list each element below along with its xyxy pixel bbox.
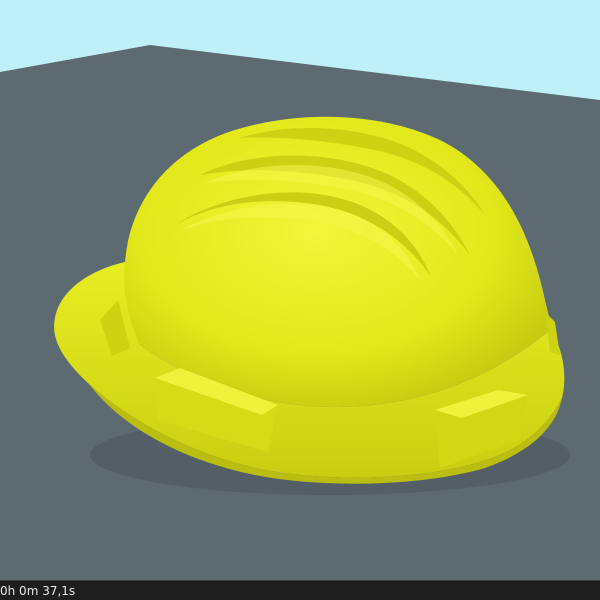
render-time-label: 0h 0m 37,1s [0,584,76,598]
render-viewport [0,0,600,580]
status-bar: 0h 0m 37,1s [0,580,600,600]
rendered-scene [0,0,600,580]
